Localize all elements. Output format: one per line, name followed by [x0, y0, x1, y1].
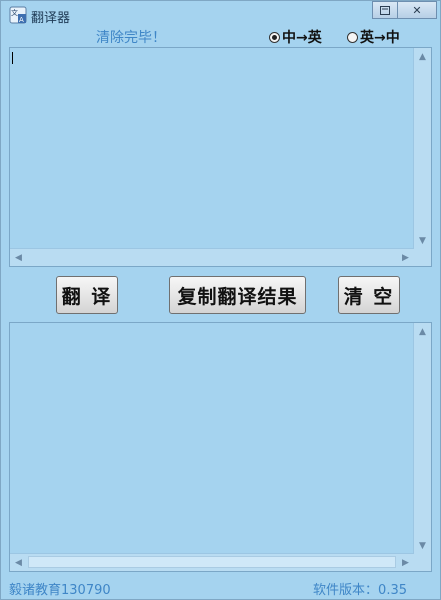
scroll-right-icon[interactable]: ▶ [397, 249, 414, 266]
svg-text:A: A [19, 16, 24, 24]
footer-author: 毅诸教育130790 [9, 583, 111, 598]
input-textarea[interactable]: ▲ ▼ ◀ ▶ [9, 47, 432, 267]
scroll-up-icon[interactable]: ▲ [414, 48, 431, 65]
app-window: 文 A 翻译器 ✕ 清除完毕！ 中→英 英→中 ▲ ▼ ◀ ▶ 翻 译 复制翻译… [0, 0, 441, 600]
clear-button[interactable]: 清 空 [338, 276, 400, 314]
window-title: 翻译器 [31, 11, 71, 26]
restore-icon [380, 5, 390, 15]
output-textarea[interactable]: ▲ ▼ ◀ ▶ [9, 322, 432, 572]
translate-app-icon: 文 A [9, 6, 27, 24]
copy-result-button[interactable]: 复制翻译结果 [169, 276, 306, 314]
output-vertical-scrollbar[interactable]: ▲ ▼ [413, 323, 431, 554]
footer-version: 软件版本：0.35 [313, 583, 407, 598]
translate-button[interactable]: 翻 译 [56, 276, 118, 314]
horizontal-scroll-thumb[interactable] [28, 556, 396, 568]
radio-zh-to-en-label: 中→英 [282, 30, 322, 46]
scroll-down-icon[interactable]: ▼ [414, 537, 431, 554]
restore-button[interactable] [372, 1, 398, 19]
input-vertical-scrollbar[interactable]: ▲ ▼ [413, 48, 431, 249]
window-controls: ✕ [372, 1, 437, 19]
text-caret [12, 52, 13, 64]
scroll-down-icon[interactable]: ▼ [414, 232, 431, 249]
title-bar: 文 A 翻译器 ✕ [1, 1, 440, 29]
radio-selected-icon [269, 31, 280, 43]
scrollbar-corner [414, 249, 431, 266]
input-horizontal-scrollbar[interactable]: ◀ ▶ [10, 248, 414, 266]
close-button[interactable]: ✕ [397, 1, 437, 19]
scrollbar-corner [414, 554, 431, 571]
radio-unselected-icon [347, 31, 358, 43]
output-horizontal-scrollbar[interactable]: ◀ ▶ [10, 553, 414, 571]
scroll-right-icon[interactable]: ▶ [397, 554, 414, 571]
radio-en-to-zh-label: 英→中 [360, 30, 400, 46]
status-message: 清除完毕！ [96, 30, 166, 46]
svg-text:文: 文 [11, 8, 18, 17]
radio-en-to-zh[interactable]: 英→中 [347, 27, 400, 47]
scroll-up-icon[interactable]: ▲ [414, 323, 431, 340]
scroll-left-icon[interactable]: ◀ [10, 249, 27, 266]
close-icon: ✕ [412, 3, 422, 17]
scroll-left-icon[interactable]: ◀ [10, 554, 27, 571]
radio-zh-to-en[interactable]: 中→英 [269, 27, 322, 47]
